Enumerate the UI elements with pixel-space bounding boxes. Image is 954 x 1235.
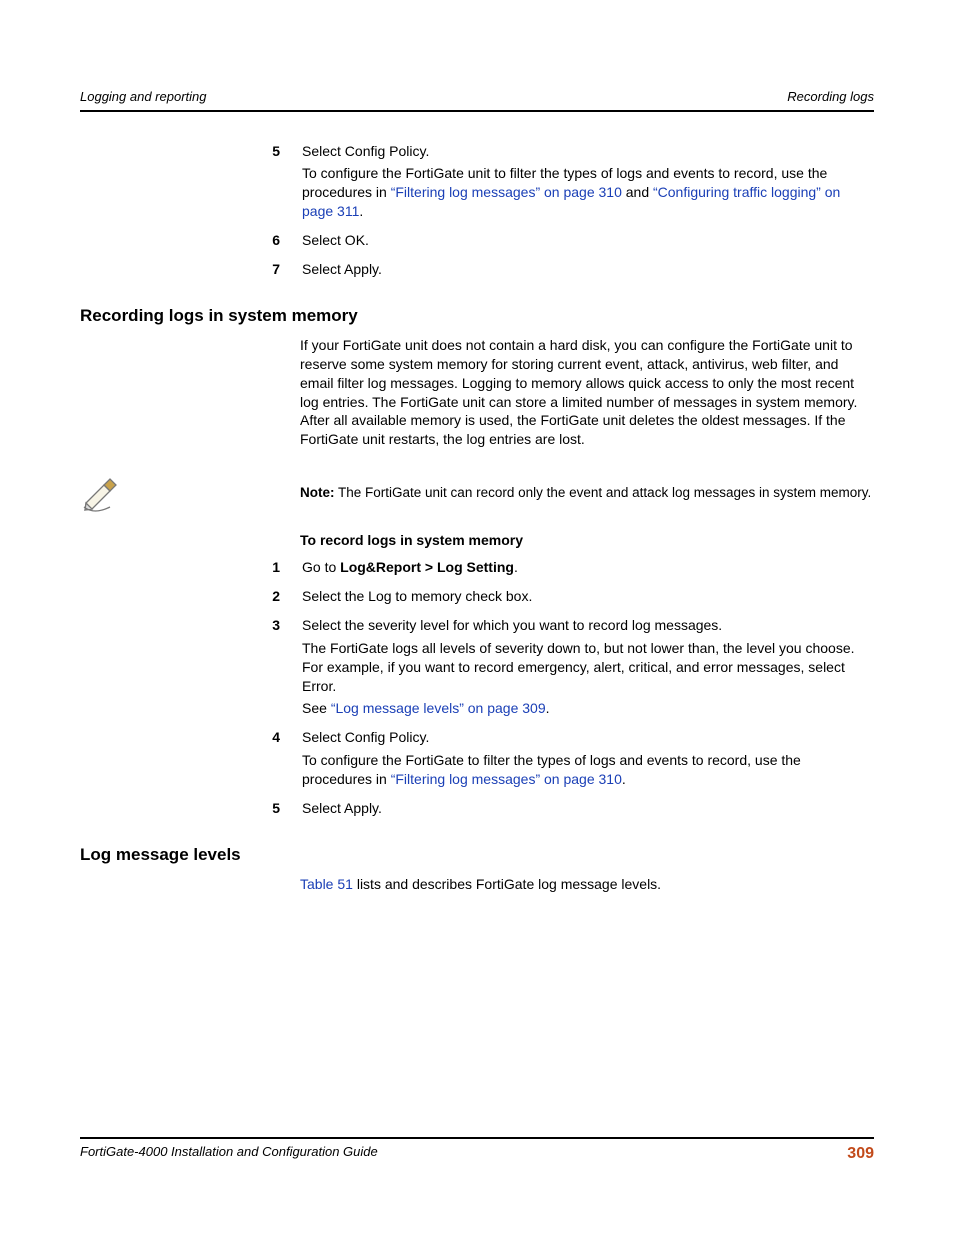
step-text: Select Config Policy. <box>302 142 874 161</box>
note-text: Note: The FortiGate unit can record only… <box>300 484 874 502</box>
note: Note: The FortiGate unit can record only… <box>80 473 874 513</box>
proc-step-5: 5 Select Apply. <box>240 799 874 822</box>
text-run: Go to <box>302 559 340 575</box>
step-text: Select OK. <box>302 231 874 250</box>
step-number: 5 <box>240 799 302 822</box>
step-number: 2 <box>240 587 302 610</box>
menu-path: Log&Report > Log Setting <box>340 559 514 575</box>
footer-title: FortiGate-4000 Installation and Configur… <box>80 1143 378 1165</box>
section-heading-recording-logs: Recording logs in system memory <box>80 305 874 328</box>
step-text: Select Config Policy. <box>302 728 874 747</box>
step-5: 5 Select Config Policy. To configure the… <box>240 142 874 226</box>
text-run: . <box>546 700 550 716</box>
step-number: 3 <box>240 616 302 722</box>
step-text: Select the severity level for which you … <box>302 616 874 635</box>
step-text: Select the Log to memory check box. <box>302 587 874 606</box>
text-run: . <box>514 559 518 575</box>
text-run: . <box>622 771 626 787</box>
footer-page-number: 309 <box>847 1143 874 1165</box>
step-number: 4 <box>240 728 302 793</box>
text-run: . <box>359 203 363 219</box>
step-text: To configure the FortiGate unit to filte… <box>302 164 874 221</box>
step-number: 7 <box>240 260 302 283</box>
link-filtering-log-messages[interactable]: “Filtering log messages” on page 310 <box>391 771 622 787</box>
text-run: lists and describes FortiGate log messag… <box>353 876 661 892</box>
note-pencil-icon <box>80 473 130 513</box>
step-number: 5 <box>240 142 302 226</box>
step-6: 6 Select OK. <box>240 231 874 254</box>
page-footer: FortiGate-4000 Installation and Configur… <box>80 1137 874 1165</box>
step-7: 7 Select Apply. <box>240 260 874 283</box>
header-right: Recording logs <box>787 88 874 106</box>
link-filtering-log-messages[interactable]: “Filtering log messages” on page 310 <box>391 184 622 200</box>
text-run: See <box>302 700 331 716</box>
step-text: See “Log message levels” on page 309. <box>302 699 874 718</box>
step-text: To configure the FortiGate to filter the… <box>302 751 874 789</box>
section-heading-log-message-levels: Log message levels <box>80 844 874 867</box>
proc-step-4: 4 Select Config Policy. To configure the… <box>240 728 874 793</box>
link-log-message-levels[interactable]: “Log message levels” on page 309 <box>331 700 546 716</box>
running-header: Logging and reporting Recording logs <box>80 88 874 112</box>
note-body: The FortiGate unit can record only the e… <box>335 485 872 500</box>
note-label: Note: <box>300 485 335 500</box>
header-left: Logging and reporting <box>80 88 207 106</box>
step-text: Select Apply. <box>302 799 874 818</box>
step-number: 6 <box>240 231 302 254</box>
section-body: Table 51 lists and describes FortiGate l… <box>300 875 874 894</box>
step-number: 1 <box>240 558 302 581</box>
step-text: Go to Log&Report > Log Setting. <box>302 558 874 577</box>
text-run: and <box>622 184 653 200</box>
procedure-heading: To record logs in system memory <box>300 531 874 550</box>
proc-step-1: 1 Go to Log&Report > Log Setting. <box>240 558 874 581</box>
step-text: Select Apply. <box>302 260 874 279</box>
link-table-51[interactable]: Table 51 <box>300 876 353 892</box>
proc-step-2: 2 Select the Log to memory check box. <box>240 587 874 610</box>
section-body: If your FortiGate unit does not contain … <box>300 336 874 449</box>
proc-step-3: 3 Select the severity level for which yo… <box>240 616 874 722</box>
step-text: The FortiGate logs all levels of severit… <box>302 639 874 696</box>
